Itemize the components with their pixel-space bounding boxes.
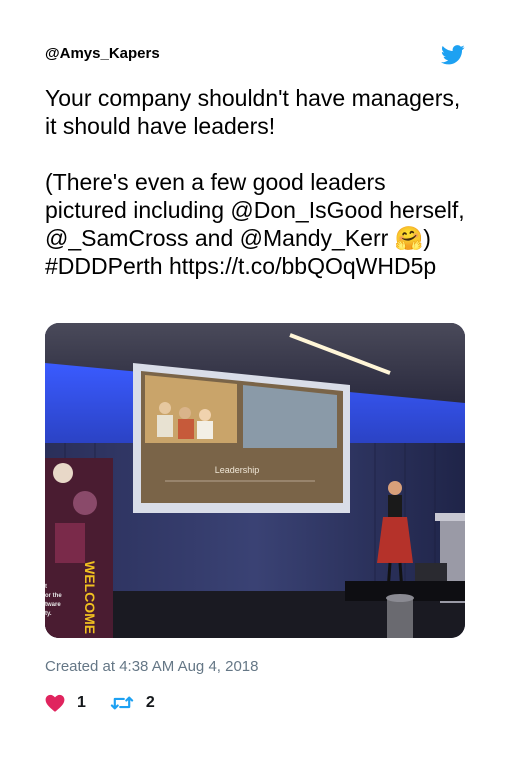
retweet-count: 2	[145, 694, 155, 711]
banner-small-text-2: tware	[45, 602, 61, 608]
conference-photo: Leadership WELCOME t or the tware ty.	[45, 323, 465, 638]
slide-title: Leadership	[215, 465, 260, 475]
user-handle[interactable]: @Amys_Kapers	[45, 44, 465, 64]
tweet-card: @Amys_Kapers Your company shouldn't have…	[45, 44, 465, 712]
banner-small-text-0: t	[45, 584, 47, 590]
tweet-text: Your company shouldn't have managers, it…	[45, 85, 465, 279]
tweet-header: @Amys_Kapers	[45, 44, 465, 66]
tweet-timestamp[interactable]: Created at 4:38 AM Aug 4, 2018	[45, 658, 259, 675]
like-action[interactable]: 1	[45, 694, 86, 712]
like-count: 1	[77, 694, 86, 711]
banner-small-text-3: ty.	[45, 611, 52, 617]
banner-small-text-1: or the	[45, 593, 62, 599]
tweet-photo[interactable]: Leadership WELCOME t or the tware ty.	[45, 323, 465, 638]
heart-icon[interactable]	[45, 694, 65, 712]
twitter-bird-icon[interactable]	[441, 44, 465, 66]
retweet-action[interactable]: 2	[110, 694, 155, 712]
retweet-icon[interactable]	[110, 694, 134, 712]
tweet-actions: 1 2	[45, 692, 179, 714]
banner-text: WELCOME	[82, 561, 98, 634]
